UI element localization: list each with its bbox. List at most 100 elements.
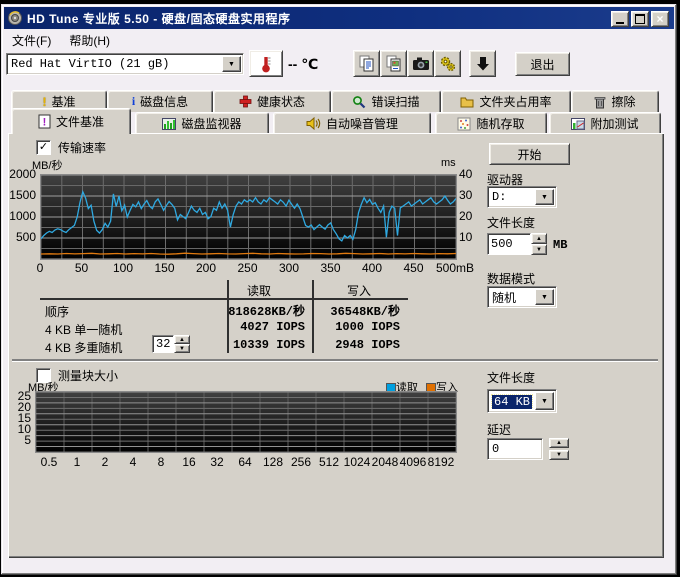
data-mode-dropdown[interactable]: 随机 ▼ bbox=[487, 286, 557, 308]
tick-label: 40 bbox=[459, 167, 479, 181]
menu-help[interactable]: 帮助(H) bbox=[67, 31, 112, 50]
tick-label: 150 bbox=[145, 261, 185, 275]
file-benchmark-page: ✓ 传输速率 MB/秒 ms 200015001000500 40302010 … bbox=[8, 133, 664, 558]
tab-label: 自动噪音管理 bbox=[326, 115, 398, 132]
tick-label: 1000 bbox=[8, 209, 36, 223]
transfer-rate-option: ✓ 传输速率 bbox=[36, 139, 106, 156]
copy-image-button[interactable] bbox=[380, 50, 407, 77]
top-chart-y2label: ms bbox=[441, 157, 456, 169]
row-4k-single-read: 4027 IOPS bbox=[213, 320, 305, 334]
maximize-button[interactable] bbox=[631, 11, 649, 27]
random-dots-icon bbox=[457, 117, 471, 131]
tab-label: 健康状态 bbox=[257, 93, 305, 110]
top-chart-ylabel: MB/秒 bbox=[32, 157, 63, 173]
close-icon: × bbox=[656, 13, 663, 25]
tab-folder-usage[interactable]: 文件夹占用率 bbox=[441, 90, 571, 112]
options-button[interactable] bbox=[434, 50, 461, 77]
spin-down-button[interactable]: ▼ bbox=[531, 244, 547, 255]
spin-up-button[interactable]: ▲ bbox=[174, 335, 190, 344]
file-length-spinner[interactable]: 500 ▲ ▼ bbox=[487, 233, 547, 255]
transfer-rate-checkbox[interactable]: ✓ bbox=[36, 140, 51, 155]
copy-image-icon bbox=[385, 55, 402, 72]
tab-label: 错误扫描 bbox=[371, 93, 419, 110]
spin-up-button[interactable]: ▲ bbox=[531, 233, 547, 244]
delay-down-button[interactable]: ▼ bbox=[549, 450, 569, 460]
temperature-readout: -- ℃ bbox=[288, 56, 318, 73]
minimize-button[interactable] bbox=[611, 11, 629, 27]
data-mode-arrow[interactable]: ▼ bbox=[535, 289, 554, 305]
table-header-read: 读取 bbox=[209, 282, 309, 299]
tab-erase[interactable]: 擦除 bbox=[571, 90, 659, 112]
file-length2-dropdown[interactable]: 64 KB ▼ bbox=[487, 389, 557, 413]
exit-button[interactable]: 退出 bbox=[515, 52, 570, 76]
exclamation-icon: ! bbox=[42, 95, 46, 109]
folder-icon bbox=[460, 96, 474, 108]
bar-chart-icon bbox=[162, 118, 176, 130]
menu-file[interactable]: 文件(F) bbox=[10, 31, 53, 50]
tab-health[interactable]: 健康状态 bbox=[213, 90, 331, 112]
block-size-label: 测量块大小 bbox=[58, 367, 118, 384]
app-window: HD Tune 专业版 5.50 - 硬盘/固态硬盘实用程序 × 文件(F) 帮… bbox=[1, 4, 677, 575]
drive-select[interactable]: Red Hat VirtIO (21 gB) ▼ bbox=[6, 53, 244, 75]
extra-tests-icon bbox=[571, 118, 585, 130]
drive-dropdown[interactable]: D: ▼ bbox=[487, 186, 557, 208]
gears-icon bbox=[439, 55, 457, 73]
transfer-rate-label: 传输速率 bbox=[58, 139, 106, 156]
tick-label: 0 bbox=[20, 261, 60, 275]
close-button[interactable]: × bbox=[651, 11, 669, 27]
file-length-value: 500 bbox=[487, 233, 531, 255]
delay-label: 延迟 bbox=[487, 421, 511, 438]
trash-icon bbox=[594, 95, 606, 109]
temperature-unit: ℃ bbox=[301, 56, 318, 72]
tick-label: 300 bbox=[269, 261, 309, 275]
thermometer-icon bbox=[259, 54, 273, 74]
tick-label: 350 bbox=[311, 261, 351, 275]
tab-aam[interactable]: 自动噪音管理 bbox=[273, 112, 431, 134]
app-icon bbox=[8, 11, 22, 25]
title-bar[interactable]: HD Tune 专业版 5.50 - 硬盘/固态硬盘实用程序 × bbox=[4, 7, 674, 29]
file-length2-value: 64 KB bbox=[492, 395, 532, 409]
start-button[interactable]: 开始 bbox=[489, 143, 570, 165]
chevron-down-icon: ▼ bbox=[541, 194, 548, 201]
tab-random-access[interactable]: 随机存取 bbox=[435, 112, 547, 134]
temperature-button[interactable] bbox=[249, 50, 283, 77]
magnifier-icon bbox=[352, 95, 366, 109]
row-4k-single-label: 4 KB 单一随机 bbox=[45, 321, 122, 338]
tick-label: 250 bbox=[228, 261, 268, 275]
data-mode-label: 数据模式 bbox=[487, 270, 535, 287]
menu-bar: 文件(F) 帮助(H) bbox=[4, 31, 674, 50]
tab-label: 文件夹占用率 bbox=[479, 93, 551, 110]
svg-text:!: ! bbox=[43, 117, 47, 129]
info-icon: i bbox=[132, 94, 135, 109]
screenshot-button[interactable] bbox=[407, 50, 434, 77]
tab-file-benchmark[interactable]: ! 文件基准 bbox=[11, 108, 131, 134]
delay-value: 0 bbox=[488, 442, 542, 456]
minimize-icon bbox=[616, 22, 624, 24]
tick-label: 400 bbox=[352, 261, 392, 275]
tick-label: 450 bbox=[394, 261, 434, 275]
tick-label: 500 bbox=[8, 230, 36, 244]
delay-input[interactable]: 0 bbox=[487, 438, 543, 460]
save-results-button[interactable] bbox=[469, 50, 496, 77]
row-4k-multi-write: 2948 IOPS bbox=[314, 338, 400, 352]
delay-up-button[interactable]: ▲ bbox=[549, 438, 569, 448]
tick-label: 1500 bbox=[8, 188, 36, 202]
copy-text-button[interactable] bbox=[353, 50, 380, 77]
transfer-rate-chart bbox=[40, 174, 457, 260]
tab-error-scan[interactable]: 错误扫描 bbox=[331, 90, 441, 112]
spin-down-button[interactable]: ▼ bbox=[174, 344, 190, 353]
tab-disk-monitor[interactable]: 磁盘监视器 bbox=[135, 112, 269, 134]
queue-depth-spinner[interactable]: 32 ▲ ▼ bbox=[152, 335, 190, 353]
tab-label: 文件基准 bbox=[56, 113, 104, 130]
maximize-icon bbox=[635, 14, 645, 24]
tab-extra-tests[interactable]: 附加测试 bbox=[549, 112, 661, 134]
file-length2-arrow[interactable]: ▼ bbox=[535, 392, 554, 410]
drive-dropdown-arrow[interactable]: ▼ bbox=[535, 189, 554, 205]
tick-label: 500mB bbox=[435, 261, 475, 275]
drive-select-arrow[interactable]: ▼ bbox=[222, 56, 241, 72]
chevron-down-icon: ▼ bbox=[228, 61, 235, 68]
table-header-write: 写入 bbox=[314, 282, 404, 299]
file-length-label: 文件长度 bbox=[487, 214, 535, 231]
tick-label: 50 bbox=[62, 261, 102, 275]
copy-text-icon bbox=[358, 55, 375, 72]
